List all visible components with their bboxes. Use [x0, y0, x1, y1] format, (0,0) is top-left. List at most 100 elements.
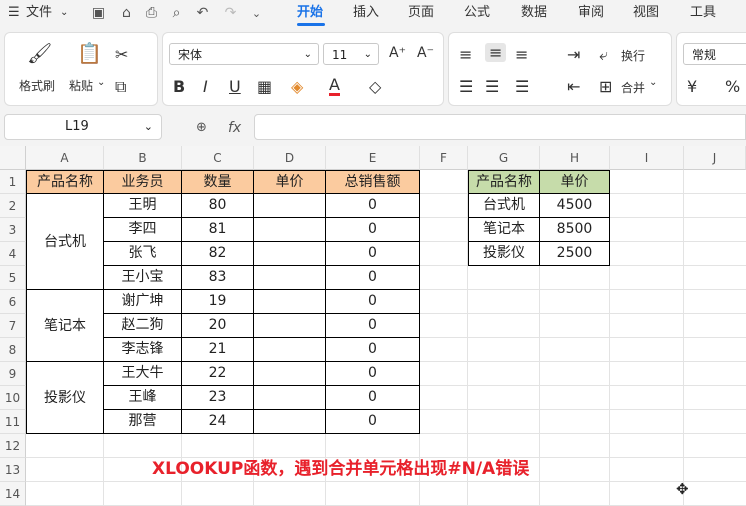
tab-page[interactable]: 页面 — [408, 0, 434, 28]
table-cell[interactable] — [254, 314, 326, 338]
merged-product-cell[interactable]: 笔记本 — [26, 290, 104, 362]
align-top-icon[interactable]: ≡ — [459, 45, 472, 64]
lookup-table-cell[interactable]: 2500 — [540, 242, 610, 266]
print-icon[interactable]: ⎙ — [143, 5, 160, 22]
row-header-8[interactable]: 8 — [0, 338, 26, 362]
fill-color-icon[interactable]: ◈ — [291, 77, 303, 96]
format-painter-button[interactable]: 格式刷 — [19, 77, 55, 94]
currency-button[interactable]: ¥ — [687, 77, 697, 96]
bold-button[interactable]: B — [173, 77, 185, 96]
column-header-e[interactable]: E — [326, 146, 420, 170]
merge-button[interactable]: 合并 — [621, 79, 645, 96]
table1-header[interactable]: 单价 — [254, 170, 326, 194]
table-cell[interactable]: 王大牛 — [104, 362, 182, 386]
table2-header[interactable]: 产品名称 — [468, 170, 540, 194]
row-header-3[interactable]: 3 — [0, 218, 26, 242]
table-cell[interactable]: 82 — [182, 242, 254, 266]
chevron-down-icon[interactable]: ⌄ — [60, 0, 68, 28]
function-button[interactable]: fx — [228, 120, 241, 136]
font-name-select[interactable]: 宋体 ⌄ — [169, 43, 319, 65]
table-cell[interactable] — [254, 194, 326, 218]
align-left-icon[interactable]: ☰ — [459, 77, 473, 96]
table1-header[interactable]: 产品名称 — [26, 170, 104, 194]
table-cell[interactable]: 0 — [326, 410, 420, 434]
table-cell[interactable]: 王明 — [104, 194, 182, 218]
row-header-12[interactable]: 12 — [0, 434, 26, 458]
lookup-table-cell[interactable]: 台式机 — [468, 194, 540, 218]
hamburger-icon[interactable]: ☰ — [8, 0, 20, 28]
merged-product-cell[interactable]: 投影仪 — [26, 362, 104, 434]
paste-button[interactable]: 粘贴 — [69, 77, 93, 94]
lookup-table-cell[interactable]: 笔记本 — [468, 218, 540, 242]
table-cell[interactable]: 那营 — [104, 410, 182, 434]
align-middle-icon[interactable]: ≡ — [485, 43, 507, 62]
table-cell[interactable]: 24 — [182, 410, 254, 434]
underline-button[interactable]: U — [229, 77, 241, 96]
save-icon[interactable]: ▣ — [90, 5, 107, 22]
table1-header[interactable]: 数量 — [182, 170, 254, 194]
font-size-select[interactable]: 11 ⌄ — [323, 43, 379, 65]
copy-icon[interactable]: ⧉ — [115, 77, 126, 97]
formula-input[interactable] — [254, 114, 746, 140]
column-header-a[interactable]: A — [26, 146, 104, 170]
table-cell[interactable]: 王小宝 — [104, 266, 182, 290]
indent-icon[interactable]: ⇥ — [567, 45, 580, 64]
decrease-font-button[interactable]: A⁻ — [417, 45, 434, 61]
column-header-i[interactable]: I — [610, 146, 684, 170]
outdent-icon[interactable]: ⇤ — [567, 77, 580, 96]
table-cell[interactable]: 19 — [182, 290, 254, 314]
table-cell[interactable] — [254, 218, 326, 242]
table-cell[interactable]: 21 — [182, 338, 254, 362]
row-header-9[interactable]: 9 — [0, 362, 26, 386]
font-color-icon[interactable]: A — [329, 77, 340, 96]
align-center-icon[interactable]: ☰ — [485, 77, 499, 96]
column-header-b[interactable]: B — [104, 146, 182, 170]
table-cell[interactable]: 0 — [326, 218, 420, 242]
number-format-select[interactable]: 常规 — [683, 43, 746, 65]
row-header-7[interactable]: 7 — [0, 314, 26, 338]
undo-icon[interactable]: ↶ — [194, 5, 211, 22]
row-header-13[interactable]: 13 — [0, 458, 26, 482]
row-header-11[interactable]: 11 — [0, 410, 26, 434]
column-header-f[interactable]: F — [420, 146, 468, 170]
tab-tools[interactable]: 工具 — [690, 0, 716, 28]
table-cell[interactable]: 83 — [182, 266, 254, 290]
table1-header[interactable]: 总销售额 — [326, 170, 420, 194]
zoom-icon[interactable]: ⊕ — [196, 120, 207, 135]
table-cell[interactable] — [254, 386, 326, 410]
table-cell[interactable] — [254, 410, 326, 434]
percent-button[interactable]: % — [725, 77, 740, 96]
row-header-10[interactable]: 10 — [0, 386, 26, 410]
merge-chevron-icon[interactable]: ⌄ — [649, 77, 657, 88]
row-header-1[interactable]: 1 — [0, 170, 26, 194]
table-cell[interactable] — [254, 338, 326, 362]
lookup-table-cell[interactable]: 投影仪 — [468, 242, 540, 266]
lookup-table-cell[interactable]: 8500 — [540, 218, 610, 242]
table-cell[interactable]: 0 — [326, 362, 420, 386]
table-cell[interactable]: 81 — [182, 218, 254, 242]
table-cell[interactable]: 0 — [326, 290, 420, 314]
border-icon[interactable]: ▦ — [257, 77, 272, 96]
table-cell[interactable]: 谢广坤 — [104, 290, 182, 314]
row-header-14[interactable]: 14 — [0, 482, 26, 506]
table-cell[interactable] — [254, 290, 326, 314]
share-icon[interactable]: ⌂ — [118, 5, 135, 22]
column-header-d[interactable]: D — [254, 146, 326, 170]
tab-view[interactable]: 视图 — [633, 0, 659, 28]
table-cell[interactable]: 80 — [182, 194, 254, 218]
file-menu[interactable]: 文件 — [26, 0, 52, 28]
table-cell[interactable]: 李四 — [104, 218, 182, 242]
table-cell[interactable]: 张飞 — [104, 242, 182, 266]
format-painter-icon[interactable]: 🖌 — [27, 41, 52, 65]
table-cell[interactable]: 22 — [182, 362, 254, 386]
table-cell[interactable]: 0 — [326, 314, 420, 338]
table-cell[interactable]: 23 — [182, 386, 254, 410]
table-cell[interactable]: 0 — [326, 242, 420, 266]
align-bottom-icon[interactable]: ≡ — [515, 45, 528, 64]
select-all-corner[interactable] — [0, 146, 26, 170]
paste-chevron-icon[interactable]: ⌄ — [97, 77, 105, 88]
redo-icon[interactable]: ↷ — [222, 5, 239, 22]
column-header-j[interactable]: J — [684, 146, 746, 170]
table-cell[interactable]: 李志锋 — [104, 338, 182, 362]
row-header-2[interactable]: 2 — [0, 194, 26, 218]
